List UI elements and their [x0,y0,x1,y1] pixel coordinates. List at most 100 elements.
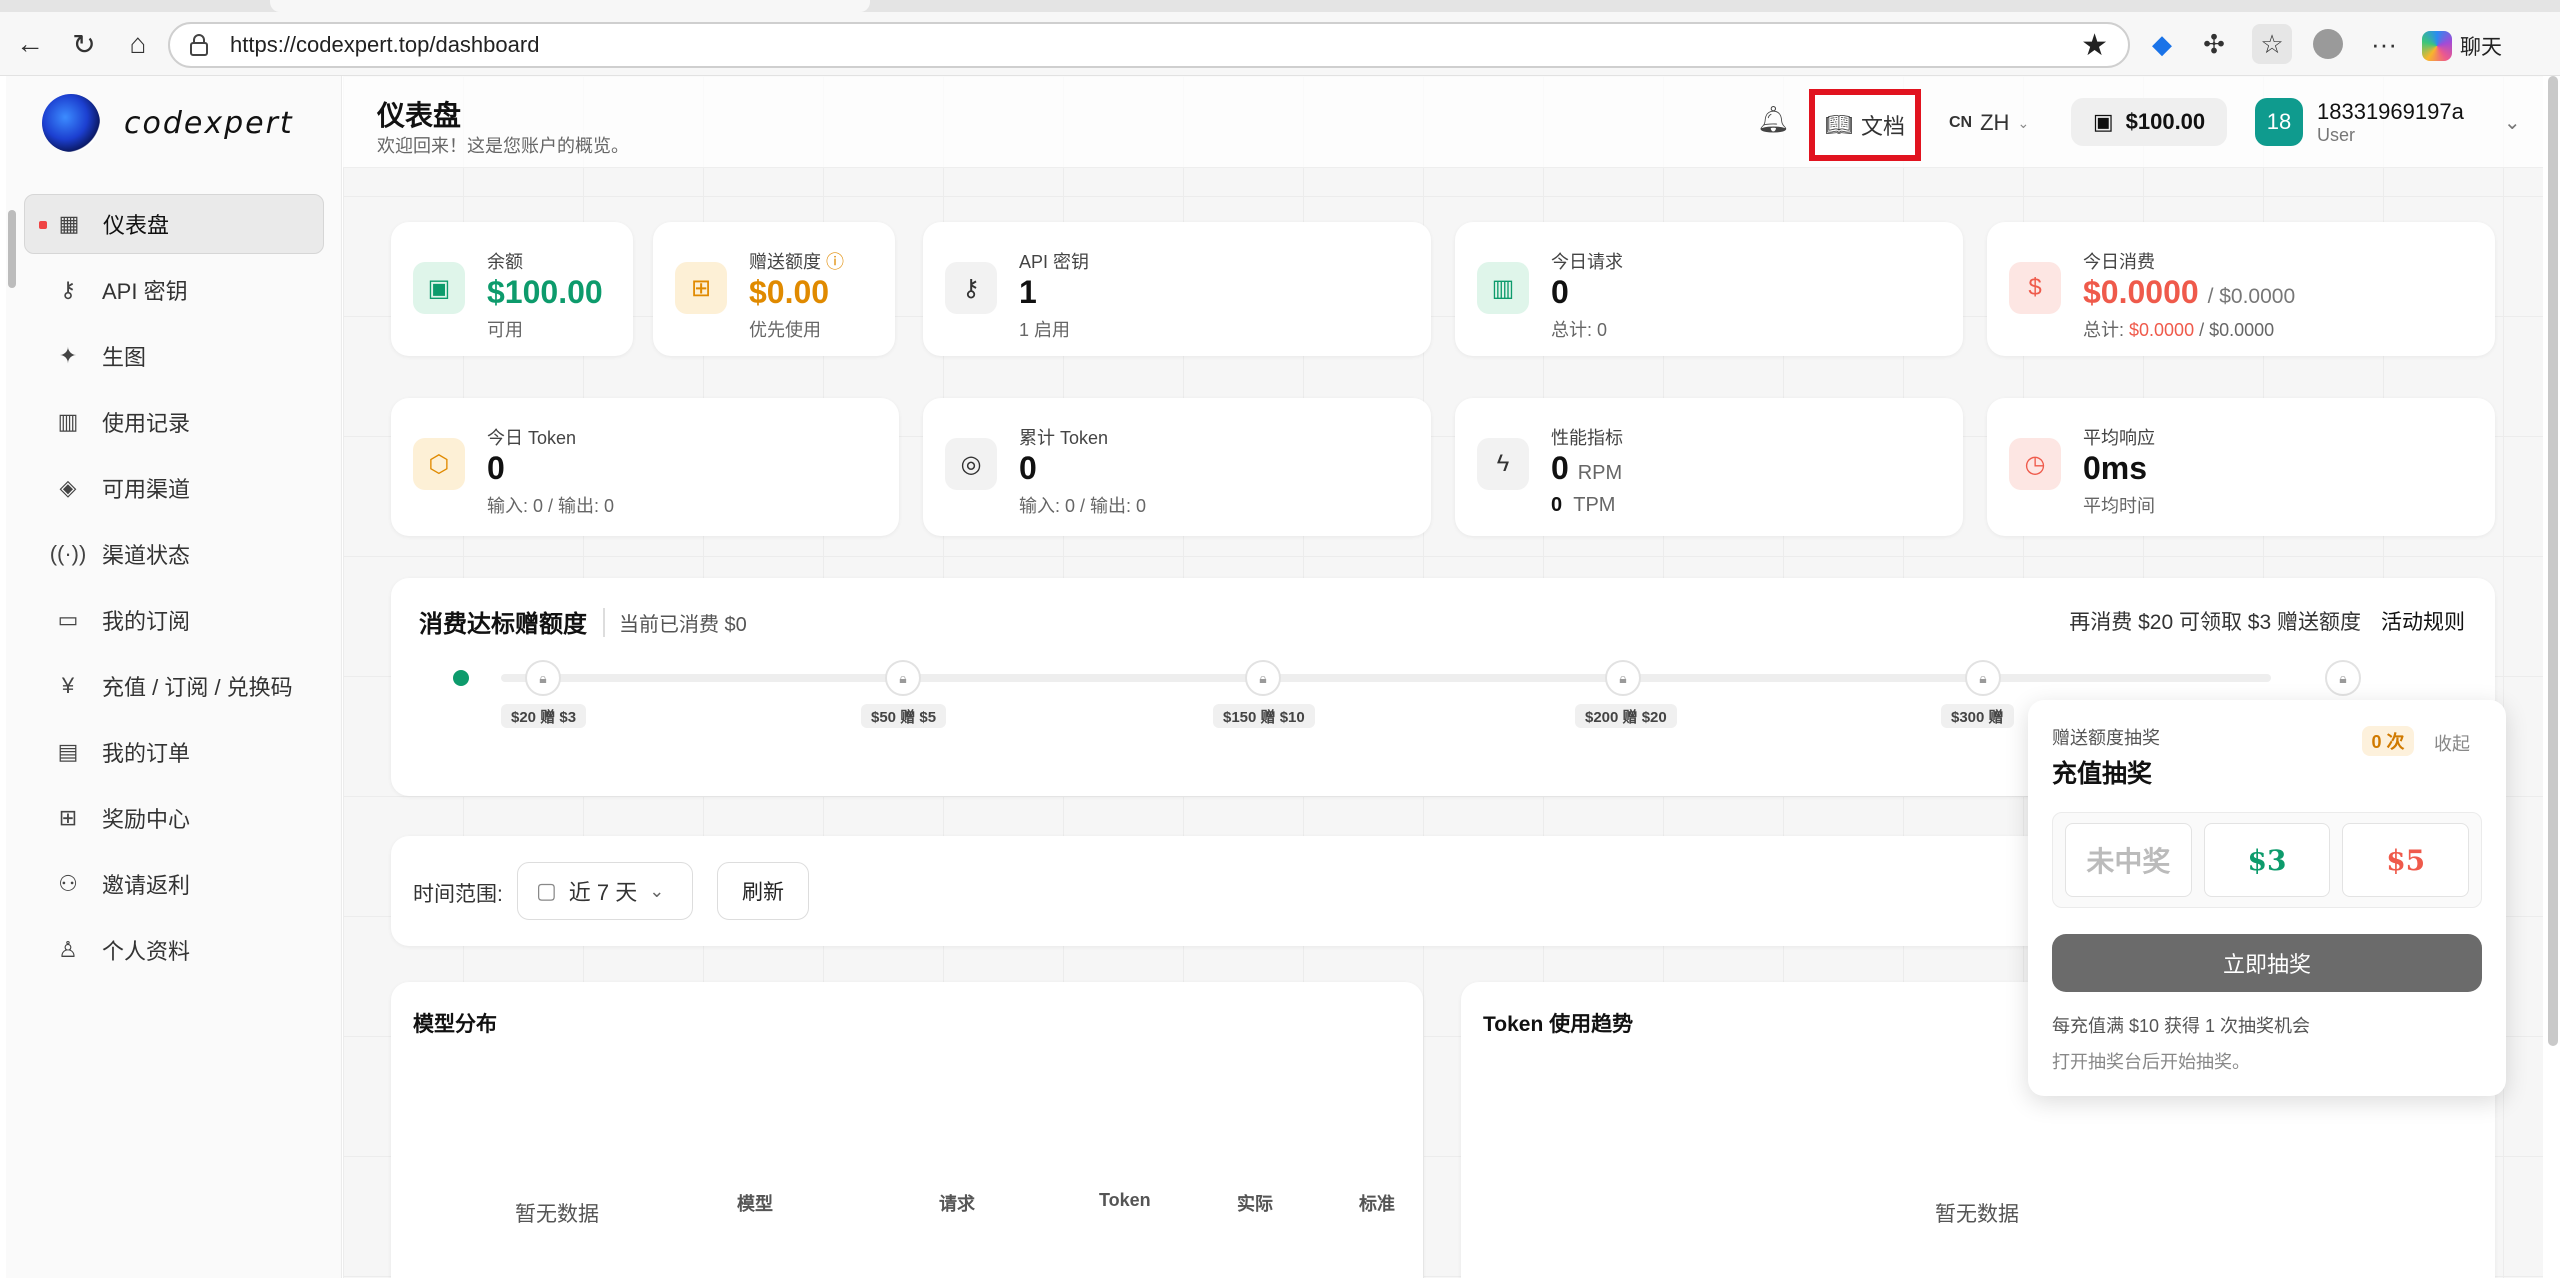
prize-no-win: 未中奖 [2065,823,2192,897]
sidebar-item-label: 可用渠道 [102,477,191,502]
activity-rules-link[interactable]: 活动规则 [2381,606,2465,636]
stat-card-api-keys: ⚷ API 密钥 1 1 启用 [923,222,1431,356]
time-range-label: 时间范围: [413,883,503,906]
stat-value: $100.00 [487,274,603,310]
copilot-chat-button[interactable]: 聊天 [2422,26,2502,66]
back-icon[interactable]: ← [10,24,50,64]
site-info-icon[interactable] [186,33,212,57]
sidebar-item-subscriptions[interactable]: ▭ 我的订阅 [24,590,324,650]
lottery-collapse-button[interactable]: 收起 [2434,730,2470,756]
reload-icon[interactable]: ↻ [64,24,104,64]
lang-label: ZH [1980,110,2010,135]
stat-sub: 可用 [487,320,523,340]
stat-value: 0 [1551,274,1569,310]
bar-chart-icon: ▥ [1477,262,1529,314]
stat-sub: 平均时间 [2083,496,2155,516]
key-icon: ⚷ [59,277,77,302]
stat-sub-value: $0.0000 [2129,320,2195,340]
info-icon[interactable]: ⓘ [826,252,844,272]
browser-toolbar: ← ↻ ⌂ https://codexpert.top/dashboard ★ … [0,0,2560,76]
sidebar-item-recharge[interactable]: ¥ 充值 / 订阅 / 兑换码 [24,656,324,716]
sidebar-item-label: 我的订阅 [102,609,191,634]
more-icon[interactable]: ··· [2364,24,2404,64]
sidebar-item-image-gen[interactable]: ✦ 生图 [24,326,324,386]
users-icon: ⚇ [58,871,78,896]
logo-text: codexpert [124,105,294,141]
chat-label: 聊天 [2460,36,2502,59]
stat-label-wrap: 赠送额度 ⓘ [749,248,844,274]
milestone-label: $50 赠 $5 [861,704,947,728]
sidebar-item-label: 我的订单 [102,741,191,766]
user-menu[interactable]: 18 18331969197a User ⌄ [2255,98,2521,146]
favorite-star-icon[interactable]: ★ [2081,28,2108,63]
column-header-standard: 标准 [1359,1194,1395,1214]
grid-icon: ▦ [58,211,80,236]
refresh-button[interactable]: 刷新 [717,862,809,920]
extension-icon[interactable]: ◆ [2142,24,2182,64]
sidebar-item-orders[interactable]: ▤ 我的订单 [24,722,324,782]
lightning-icon: ϟ [1477,438,1529,490]
stat-sub: 总计: 0 [1551,320,1608,340]
stat-value: 0 [487,450,505,486]
active-tab[interactable] [270,0,870,12]
sidebar-item-rewards[interactable]: ⊞ 奖励中心 [24,788,324,848]
stat-label: 余额 [487,252,523,272]
draw-now-button[interactable]: 立即抽奖 [2052,934,2482,992]
page-scrollbar[interactable] [2548,76,2558,1046]
stat-sub: 输入: 0 / 输出: 0 [487,496,615,516]
profile-icon[interactable] [2308,24,2348,64]
gift-icon: ⊞ [58,805,78,830]
stat-card-latency: ◷ 平均响应 0ms 平均时间 [1987,398,2495,536]
logo[interactable]: codexpert [42,94,294,152]
rpm-value: 0 [1551,450,1569,486]
sidebar-item-api-keys[interactable]: ⚷ API 密钥 [24,260,324,320]
logo-mark-icon [42,94,100,152]
stat-card-token-today: ⬡ 今日 Token 0 输入: 0 / 输出: 0 [391,398,899,536]
empty-state: 暂无数据 [515,1203,599,1226]
sidebar-scrollbar[interactable] [8,210,16,288]
stat-card-performance: ϟ 性能指标 0 RPM 0 TPM [1455,398,1963,536]
progress-current: 当前已消费 $0 [603,608,747,637]
copilot-icon [2422,31,2452,61]
milestone-lock-icon: 🔒︎ [1605,660,1641,696]
empty-state: 暂无数据 [1935,1203,2019,1226]
sidebar-item-profile[interactable]: ♙ 个人资料 [24,920,324,980]
stat-tpm: 0 TPM [1551,494,1615,517]
book-icon: 📖︎ [1825,112,1853,137]
signal-icon: ((·)) [49,541,87,566]
key-icon: ⚷ [945,262,997,314]
file-icon: ▤ [57,739,79,764]
home-icon[interactable]: ⌂ [118,24,158,64]
stat-label: 赠送额度 [749,252,821,272]
cube-icon: ⬡ [413,438,465,490]
user-name: 18331969197a [2317,98,2464,124]
milestone-label: $200 赠 $20 [1575,704,1677,728]
milestone-lock-icon: 🔒︎ [525,660,561,696]
lottery-popup: 赠送额度抽奖 充值抽奖 0 次 收起 未中奖 $3 $5 立即抽奖 每充值满 $… [2028,700,2506,1096]
sidebar-item-referral[interactable]: ⚇ 邀请返利 [24,854,324,914]
notification-bell-icon[interactable]: 🔔︎ [1757,104,1790,135]
milestone-lock-icon: 🔒︎ [1245,660,1281,696]
column-header-actual: 实际 [1237,1194,1273,1214]
stat-label: 性能指标 [1551,428,1623,448]
prize-grid: 未中奖 $3 $5 [2052,812,2482,908]
header-balance[interactable]: ▣ $100.00 [2071,98,2227,146]
stat-value: 1 [1019,274,1037,310]
wallet-icon: ▣ [2092,109,2114,134]
clock-icon: ◷ [2009,438,2061,490]
favorites-icon[interactable]: ☆ [2252,24,2292,64]
docs-button[interactable]: 📖︎ 文档 [1809,89,1921,161]
sidebar-item-channels[interactable]: ◈ 可用渠道 [24,458,324,518]
sidebar-item-usage[interactable]: ▥ 使用记录 [24,392,324,452]
milestone-label: $20 赠 $3 [501,704,587,728]
url-text: https://codexpert.top/dashboard [230,32,540,57]
sidebar-item-channel-status[interactable]: ((·)) 渠道状态 [24,524,324,584]
model-distribution-panel: 模型分布 暂无数据 模型 请求 Token 实际 标准 [391,982,1423,1278]
time-range-select[interactable]: ▢ 近 7 天 ⌄ [517,862,693,920]
sidebar-item-dashboard[interactable]: ▦ 仪表盘 [24,194,324,254]
stat-label: 今日消费 [2083,252,2155,272]
puzzle-icon[interactable]: ✣ [2194,24,2234,64]
sidebar-item-label: 邀请返利 [102,873,191,898]
language-selector[interactable]: CN ZH ⌄ [1949,110,2029,136]
address-bar[interactable]: https://codexpert.top/dashboard ★ [168,22,2130,68]
